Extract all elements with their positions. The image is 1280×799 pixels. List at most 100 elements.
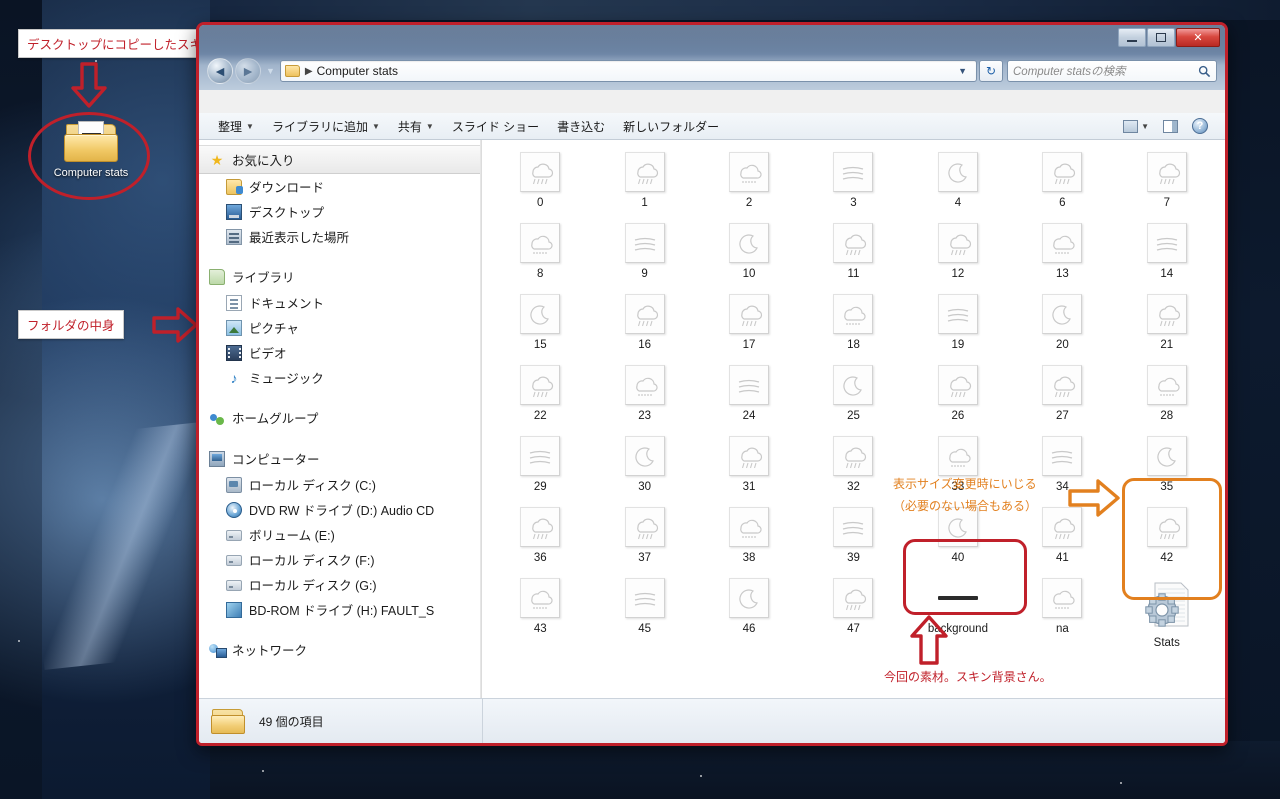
toolbar-item-add-to-library[interactable]: ライブラリに追加 ▼ [263, 115, 389, 138]
weather-thumbnail[interactable] [833, 436, 874, 476]
file-tile[interactable]: 6 [1010, 148, 1114, 209]
file-tile[interactable]: 8 [488, 219, 592, 280]
sidebar-item-videos[interactable]: ビデオ [199, 340, 481, 365]
file-tile[interactable]: 17 [697, 290, 801, 351]
toolbar-right-group[interactable]: ▼ ? [1118, 116, 1215, 136]
weather-thumbnail[interactable] [520, 436, 561, 476]
explorer-window[interactable]: ✕ ◄ ► ▼ ▶ Computer stats ▼ ↻ Computer st… [196, 22, 1228, 746]
weather-thumbnail[interactable] [520, 152, 561, 192]
weather-thumbnail[interactable] [624, 436, 665, 476]
sidebar-item-computer[interactable]: コンピューター [199, 445, 481, 472]
file-tile[interactable]: 15 [488, 290, 592, 351]
file-tile[interactable]: 11 [801, 219, 905, 280]
file-tile[interactable]: 10 [697, 219, 801, 280]
weather-thumbnail[interactable] [937, 223, 978, 263]
weather-thumbnail[interactable] [833, 223, 874, 263]
weather-thumbnail[interactable] [1042, 578, 1083, 618]
breadcrumb-separator-icon[interactable]: ▶ [305, 66, 313, 77]
file-tile[interactable]: 4 [906, 148, 1010, 209]
file-tile[interactable]: 14 [1115, 219, 1219, 280]
file-tile[interactable]: 26 [906, 361, 1010, 422]
file-tile[interactable]: 12 [906, 219, 1010, 280]
weather-thumbnail[interactable] [1146, 152, 1187, 192]
weather-thumbnail[interactable] [624, 152, 665, 192]
file-tile[interactable]: 22 [488, 361, 592, 422]
sidebar-item-drive-f[interactable]: ローカル ディスク (F:) [199, 547, 481, 572]
file-tile[interactable]: 23 [592, 361, 696, 422]
weather-thumbnail[interactable] [937, 294, 978, 334]
file-list-pane[interactable]: 0 1 2 3 4 6 7 8 9 10 11 12 13 14 15 16 17 18 19 20 21 22 23 24 2… [482, 140, 1225, 743]
file-tile[interactable]: 0 [488, 148, 592, 209]
weather-thumbnail[interactable] [1042, 294, 1083, 334]
weather-thumbnail[interactable] [833, 365, 874, 405]
file-tile[interactable]: 21 [1115, 290, 1219, 351]
weather-thumbnail[interactable] [833, 578, 874, 618]
weather-thumbnail[interactable] [729, 436, 770, 476]
sidebar-item-drive-g[interactable]: ローカル ディスク (G:) [199, 572, 481, 597]
file-tile[interactable]: 47 [801, 574, 905, 649]
weather-thumbnail[interactable] [729, 152, 770, 192]
file-tile[interactable]: 45 [592, 574, 696, 649]
weather-thumbnail[interactable] [729, 507, 770, 547]
file-tile[interactable]: 27 [1010, 361, 1114, 422]
file-tile[interactable]: 2 [697, 148, 801, 209]
file-tile[interactable]: 46 [697, 574, 801, 649]
file-tile[interactable]: 38 [697, 503, 801, 564]
sidebar-item-downloads[interactable]: ダウンロード [199, 174, 481, 199]
address-bar[interactable]: ▶ Computer stats ▼ [279, 60, 977, 82]
sidebar-item-drive-h[interactable]: BD-ROM ドライブ (H:) FAULT_S [199, 597, 481, 622]
weather-thumbnail[interactable] [729, 294, 770, 334]
sidebar-item-network[interactable]: ネットワーク [199, 636, 481, 663]
sidebar-item-music[interactable]: ♪ ミュージック [199, 365, 481, 390]
weather-thumbnail[interactable] [624, 223, 665, 263]
minimize-button[interactable] [1118, 28, 1146, 47]
weather-thumbnail[interactable] [1146, 294, 1187, 334]
weather-thumbnail[interactable] [833, 152, 874, 192]
weather-thumbnail[interactable] [937, 365, 978, 405]
file-tile[interactable]: 43 [488, 574, 592, 649]
weather-thumbnail[interactable] [937, 152, 978, 192]
sidebar-item-libraries[interactable]: ライブラリ [199, 263, 481, 290]
file-tile[interactable]: 13 [1010, 219, 1114, 280]
file-tile[interactable]: 18 [801, 290, 905, 351]
sidebar-item-recent-places[interactable]: 最近表示した場所 [199, 224, 481, 249]
file-tile[interactable]: 39 [801, 503, 905, 564]
file-tile[interactable]: 36 [488, 503, 592, 564]
weather-thumbnail[interactable] [1042, 436, 1083, 476]
weather-thumbnail[interactable] [833, 507, 874, 547]
sidebar-item-favorites[interactable]: ★ お気に入り [199, 145, 481, 174]
sidebar-item-homegroup[interactable]: ホームグループ [199, 404, 481, 431]
weather-thumbnail[interactable] [937, 436, 978, 476]
weather-thumbnail[interactable] [1146, 365, 1187, 405]
sidebar-item-desktop[interactable]: デスクトップ [199, 199, 481, 224]
chevron-down-icon[interactable]: ▼ [953, 66, 972, 76]
sidebar-item-documents[interactable]: ドキュメント [199, 290, 481, 315]
weather-thumbnail[interactable] [833, 294, 874, 334]
weather-thumbnail[interactable] [624, 578, 665, 618]
toolbar-item-organize[interactable]: 整理 ▼ [209, 115, 263, 138]
file-tile[interactable]: 31 [697, 432, 801, 493]
close-button[interactable]: ✕ [1176, 28, 1220, 47]
toolbar-item-share[interactable]: 共有 ▼ [389, 115, 443, 138]
search-box[interactable]: Computer statsの検索 [1007, 60, 1217, 82]
history-dropdown-icon[interactable]: ▼ [266, 66, 275, 76]
file-tile[interactable]: 24 [697, 361, 801, 422]
sidebar-item-pictures[interactable]: ピクチャ [199, 315, 481, 340]
file-tile[interactable]: 30 [592, 432, 696, 493]
toolbar-item-slideshow[interactable]: スライド ショー [443, 115, 548, 138]
breadcrumb-current[interactable]: Computer stats [317, 64, 398, 78]
weather-thumbnail[interactable] [520, 578, 561, 618]
window-controls[interactable]: ✕ [1117, 28, 1220, 48]
weather-thumbnail[interactable] [624, 365, 665, 405]
file-tile[interactable]: 32 [801, 432, 905, 493]
weather-thumbnail[interactable] [1042, 152, 1083, 192]
file-tile[interactable]: 7 [1115, 148, 1219, 209]
weather-thumbnail[interactable] [520, 223, 561, 263]
file-tile[interactable]: 25 [801, 361, 905, 422]
file-tile[interactable]: 19 [906, 290, 1010, 351]
sidebar-item-drive-e[interactable]: ボリューム (E:) [199, 522, 481, 547]
sidebar-item-drive-d[interactable]: DVD RW ドライブ (D:) Audio CD [199, 497, 481, 522]
weather-thumbnail[interactable] [729, 578, 770, 618]
file-tile[interactable]: 16 [592, 290, 696, 351]
toolbar-item-new-folder[interactable]: 新しいフォルダー [614, 115, 728, 138]
